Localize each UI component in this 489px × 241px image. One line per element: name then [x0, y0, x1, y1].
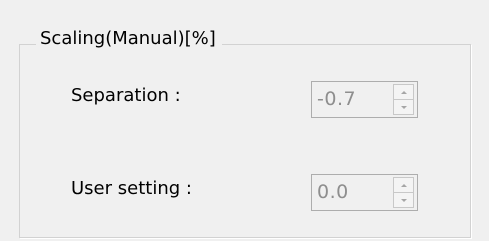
user-setting-label: User setting : [71, 178, 192, 199]
user-setting-spin-buttons [393, 177, 414, 208]
user-setting-increment-button[interactable] [394, 178, 413, 193]
user-setting-value[interactable]: 0.0 [312, 175, 393, 210]
spin-down-arrow-icon [400, 198, 407, 202]
spin-up-arrow-icon [400, 183, 407, 187]
user-setting-decrement-button[interactable] [394, 193, 413, 207]
separation-spin-buttons [393, 84, 414, 115]
separation-increment-button[interactable] [394, 85, 413, 100]
separation-decrement-button[interactable] [394, 100, 413, 114]
separation-label: Separation : [71, 85, 181, 106]
separation-spinbox[interactable]: -0.7 [311, 81, 418, 118]
separation-value[interactable]: -0.7 [312, 82, 393, 117]
spin-up-arrow-icon [400, 90, 407, 94]
groupbox-title: Scaling(Manual)[%] [36, 25, 222, 53]
user-setting-spinbox[interactable]: 0.0 [311, 174, 418, 211]
spin-down-arrow-icon [400, 105, 407, 109]
